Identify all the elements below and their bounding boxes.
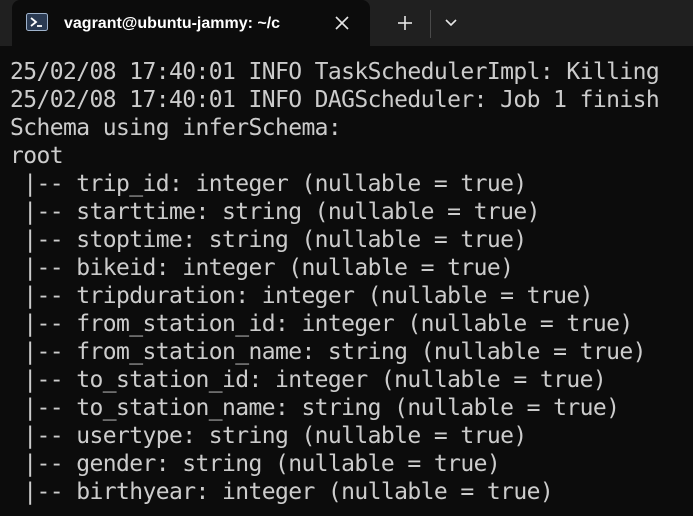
terminal-line: |-- birthyear: integer (nullable = true) bbox=[10, 479, 554, 505]
close-icon[interactable] bbox=[330, 11, 354, 35]
terminal-output[interactable]: 25/02/08 17:40:01 INFO TaskSchedulerImpl… bbox=[10, 58, 693, 516]
terminal-window: vagrant@ubuntu-jammy: ~/c 25/02/08 17:40… bbox=[0, 0, 693, 516]
powershell-icon bbox=[26, 13, 48, 31]
active-tab[interactable]: vagrant@ubuntu-jammy: ~/c bbox=[12, 0, 370, 46]
new-tab-button[interactable] bbox=[390, 9, 420, 37]
plus-icon bbox=[398, 16, 412, 30]
tab-dropdown-button[interactable] bbox=[437, 9, 465, 37]
terminal-line: 25/02/08 17:40:01 INFO TaskSchedulerImpl… bbox=[10, 59, 660, 85]
tab-title: vagrant@ubuntu-jammy: ~/c bbox=[64, 15, 281, 32]
terminal-line: |-- to_station_name: string (nullable = … bbox=[10, 395, 620, 421]
terminal-line: |-- starttime: string (nullable = true) bbox=[10, 199, 540, 225]
terminal-line: |-- from_station_id: integer (nullable =… bbox=[10, 311, 633, 337]
terminal-line: |-- gender: string (nullable = true) bbox=[10, 451, 501, 477]
terminal-line: |-- stoptime: string (nullable = true) bbox=[10, 227, 527, 253]
terminal-line: |-- trip_id: integer (nullable = true) bbox=[10, 171, 527, 197]
terminal-line: |-- from_station_name: string (nullable … bbox=[10, 339, 646, 365]
terminal-line: |-- tripduration: integer (nullable = tr… bbox=[10, 283, 593, 309]
tab-bar: vagrant@ubuntu-jammy: ~/c bbox=[0, 0, 693, 46]
terminal-line: |-- usertype: string (nullable = true) bbox=[10, 423, 527, 449]
terminal-line: |-- to_station_id: integer (nullable = t… bbox=[10, 367, 607, 393]
terminal-line: 25/02/08 17:40:01 INFO DAGScheduler: Job… bbox=[10, 87, 660, 113]
terminal-line: |-- bikeid: integer (nullable = true) bbox=[10, 255, 514, 281]
terminal-line: Schema using inferSchema: bbox=[10, 115, 342, 141]
tab-separator bbox=[430, 10, 431, 38]
terminal-line: root bbox=[10, 143, 64, 169]
chevron-down-icon bbox=[445, 19, 457, 27]
